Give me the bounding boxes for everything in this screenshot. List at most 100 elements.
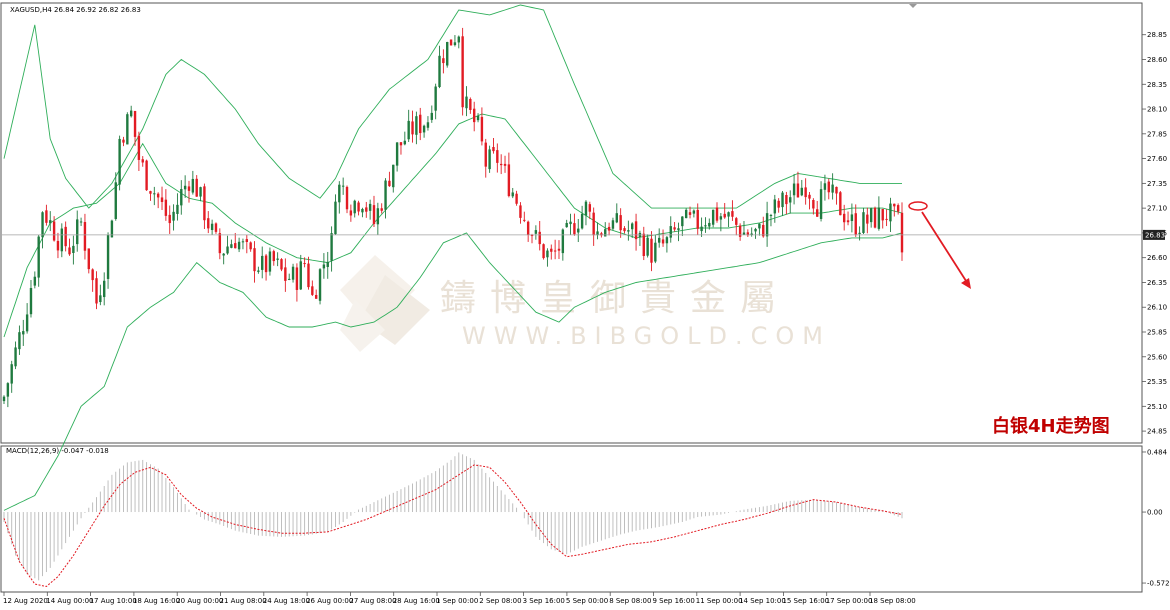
- candle-body: [885, 218, 888, 220]
- candle-body: [56, 240, 60, 251]
- candle-body: [796, 183, 800, 198]
- y-tick-label: 26.10: [1147, 304, 1167, 312]
- candle-body: [45, 210, 48, 223]
- candle-body: [187, 186, 191, 191]
- x-tick-label: 27 Aug 08:00: [349, 597, 396, 605]
- candle-body: [469, 98, 472, 110]
- candle-body: [627, 230, 630, 232]
- x-tick-label: 3 Sep 16:00: [523, 597, 565, 605]
- x-tick-label: 12 Aug 2020: [3, 597, 48, 605]
- candle-body: [708, 222, 711, 227]
- candle-body: [303, 263, 306, 265]
- candle-body: [816, 209, 819, 217]
- candle-body: [430, 112, 434, 120]
- candle-body: [126, 114, 129, 145]
- candle-body: [264, 255, 268, 273]
- y-tick-label: 28.85: [1147, 31, 1167, 39]
- candle-body: [769, 215, 773, 217]
- candle-body: [862, 212, 865, 233]
- candle-body: [634, 221, 638, 240]
- y-tick-label: 27.60: [1147, 155, 1167, 163]
- candle-body: [341, 185, 345, 187]
- candle-body: [484, 142, 487, 167]
- candle-body: [160, 197, 164, 202]
- candle-body: [850, 214, 854, 222]
- candle-body: [499, 163, 503, 166]
- candle-body: [615, 213, 618, 223]
- macd-y-tick-label: -0.572: [1147, 580, 1170, 588]
- candle-body: [91, 269, 94, 281]
- candle-body: [453, 42, 457, 46]
- candle-body: [60, 228, 64, 252]
- candle-body: [218, 233, 222, 254]
- y-tick-label: 28.35: [1147, 81, 1167, 89]
- candle-body: [129, 110, 133, 117]
- candle-body: [557, 248, 561, 251]
- candle-body: [226, 246, 229, 254]
- candle-body: [49, 220, 52, 224]
- candle-body: [164, 199, 168, 216]
- candle-body: [295, 267, 299, 290]
- candle-body: [519, 205, 522, 218]
- candle-body: [203, 186, 206, 221]
- candle-body: [434, 86, 437, 111]
- candle-body: [773, 199, 777, 214]
- y-tick-label: 25.10: [1147, 403, 1167, 411]
- candle-body: [133, 110, 137, 137]
- candle-body: [79, 221, 83, 223]
- candle-body: [411, 121, 414, 135]
- candle-body: [511, 192, 514, 197]
- candle-body: [276, 258, 279, 260]
- candle-body: [507, 164, 511, 197]
- macd-y-tick-label: 0.00: [1147, 509, 1163, 517]
- x-tick-label: 28 Aug 16:00: [393, 597, 440, 605]
- candle-body: [372, 205, 376, 224]
- candle-body: [858, 232, 861, 234]
- candle-body: [650, 238, 653, 263]
- candle-body: [322, 264, 326, 269]
- candle-body: [684, 209, 688, 219]
- candle-body: [869, 208, 873, 223]
- candle-body: [812, 199, 815, 209]
- candle-body: [22, 331, 25, 335]
- candle-body: [446, 42, 449, 66]
- candle-body: [380, 208, 383, 211]
- candle-body: [835, 186, 838, 194]
- candle-body: [399, 142, 403, 146]
- candle-body: [83, 222, 87, 251]
- candle-body: [496, 150, 499, 163]
- candle-body: [415, 116, 418, 135]
- candle-body: [696, 209, 699, 229]
- candle-body: [153, 193, 156, 195]
- candle-body: [180, 189, 183, 206]
- y-tick-label: 24.85: [1147, 428, 1167, 436]
- candle-body: [241, 241, 245, 243]
- candle-body: [476, 115, 480, 121]
- candle-body: [330, 233, 333, 261]
- candle-body: [604, 229, 607, 237]
- candle-body: [503, 163, 507, 166]
- y-tick-label: 27.10: [1147, 205, 1167, 213]
- candle-body: [334, 201, 337, 235]
- current-price-label: 26.83: [1145, 231, 1165, 239]
- candle-body: [29, 287, 33, 315]
- candle-body: [214, 223, 218, 232]
- x-tick-label: 17 Sep 00:00: [826, 597, 873, 605]
- candle-body: [137, 135, 141, 160]
- candle-body: [280, 259, 283, 270]
- candle-body: [168, 214, 171, 224]
- candle-body: [87, 248, 90, 270]
- candle-body: [665, 237, 669, 244]
- candle-body: [792, 183, 796, 196]
- candle-body: [384, 180, 387, 210]
- candle-body: [268, 251, 272, 272]
- candle-body: [584, 201, 588, 216]
- candle-body: [866, 214, 869, 224]
- candle-body: [272, 251, 275, 262]
- macd-y-tick-label: 0.484: [1147, 448, 1168, 456]
- candle-body: [72, 245, 75, 253]
- candle-body: [819, 189, 823, 219]
- candle-body: [893, 203, 896, 207]
- candle-body: [395, 142, 399, 166]
- x-tick-label: 2 Sep 08:00: [479, 597, 521, 605]
